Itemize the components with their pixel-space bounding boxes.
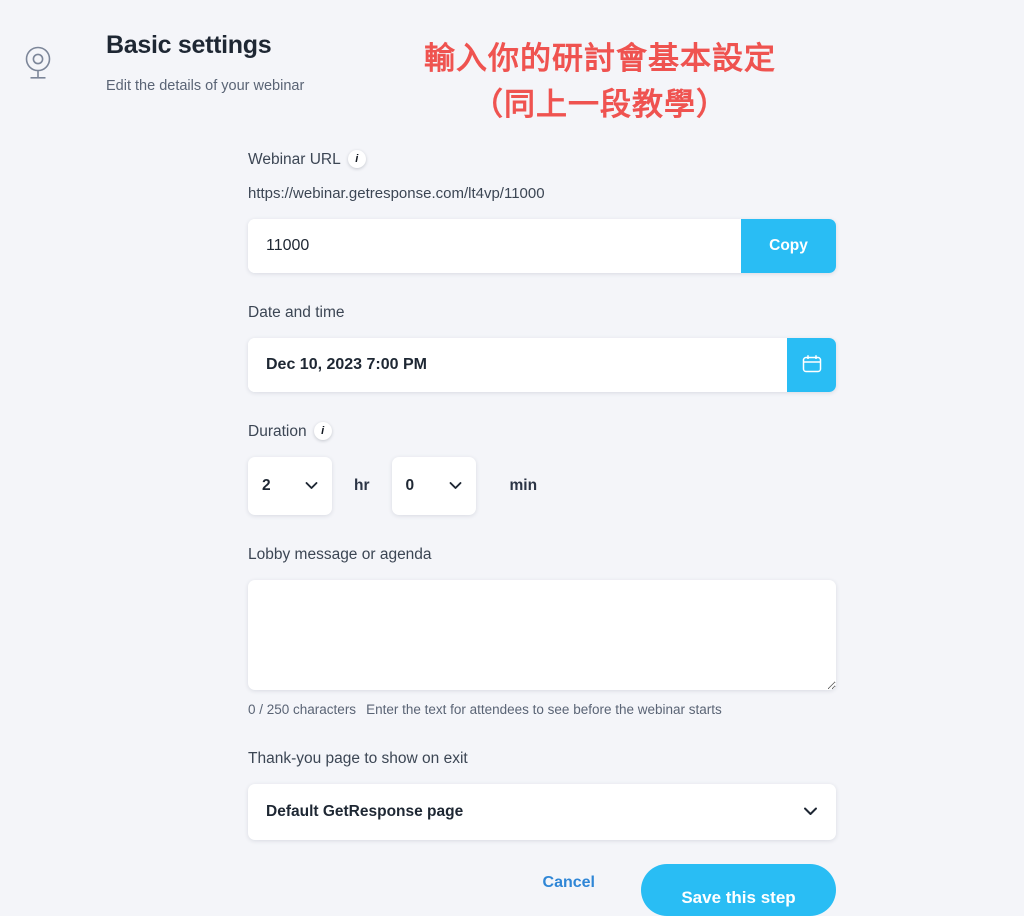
thank-you-page-label: Thank-you page to show on exit (248, 749, 836, 769)
date-time-label: Date and time (248, 303, 836, 323)
calendar-button[interactable] (787, 338, 836, 392)
duration-minutes-unit: min (509, 477, 538, 494)
duration-minutes-value: 0 (405, 477, 415, 494)
date-time-input[interactable] (248, 338, 787, 392)
info-icon[interactable]: i (313, 422, 332, 440)
lobby-message-label: Lobby message or agenda (248, 545, 836, 565)
chevron-down-icon (803, 803, 818, 821)
duration-row: 2 hr 0 min (248, 457, 836, 515)
webinar-url-label-text: Webinar URL (248, 151, 341, 168)
save-this-step-button[interactable]: Save this step (641, 864, 836, 916)
duration-hours-unit: hr (354, 477, 370, 494)
form-actions: Cancel Save this step (248, 864, 836, 916)
date-time-input-row (248, 338, 836, 392)
annotation-line-1: 輸入你的研討會基本設定 (424, 41, 776, 76)
duration-label-text: Duration (248, 423, 307, 440)
date-time-field: Date and time (248, 303, 836, 392)
calendar-icon (801, 353, 823, 378)
lobby-message-hint: Enter the text for attendees to see befo… (366, 702, 722, 717)
duration-minutes-select[interactable]: 0 (391, 457, 476, 515)
thank-you-page-value: Default GetResponse page (266, 803, 464, 820)
info-icon[interactable]: i (347, 150, 366, 168)
chevron-down-icon (449, 477, 462, 495)
lobby-message-helper: 0 / 250 characters Enter the text for at… (248, 701, 836, 719)
webinar-url-field: Webinar URL i https://webinar.getrespons… (248, 150, 836, 273)
annotation-overlay: 輸入你的研討會基本設定 （同上一段教學） (375, 36, 825, 128)
lobby-message-label-text: Lobby message or agenda (248, 546, 432, 563)
webinar-url-input[interactable] (248, 219, 741, 273)
duration-hours-select[interactable]: 2 (248, 457, 332, 515)
webcam-icon (22, 44, 54, 84)
thank-you-page-field: Thank-you page to show on exit Default G… (248, 749, 836, 840)
lobby-message-textarea[interactable] (248, 580, 836, 690)
duration-label: Duration i (248, 422, 836, 442)
cancel-button[interactable]: Cancel (543, 864, 595, 892)
duration-field: Duration i 2 hr 0 min (248, 422, 836, 515)
date-time-label-text: Date and time (248, 304, 345, 321)
lobby-message-field: Lobby message or agenda 0 / 250 characte… (248, 545, 836, 719)
annotation-line-2: （同上一段教學） (472, 87, 728, 122)
webinar-url-label: Webinar URL i (248, 150, 836, 170)
character-counter: 0 / 250 characters (248, 702, 357, 717)
webinar-url-preview: https://webinar.getresponse.com/lt4vp/11… (248, 185, 545, 202)
duration-hours-value: 2 (262, 477, 271, 494)
chevron-down-icon (305, 477, 318, 495)
thank-you-page-select[interactable]: Default GetResponse page (248, 784, 836, 840)
basic-settings-form: Webinar URL i https://webinar.getrespons… (248, 150, 836, 840)
copy-button[interactable]: Copy (741, 219, 836, 273)
thank-you-page-label-text: Thank-you page to show on exit (248, 750, 468, 767)
webinar-url-input-row: Copy (248, 219, 836, 273)
